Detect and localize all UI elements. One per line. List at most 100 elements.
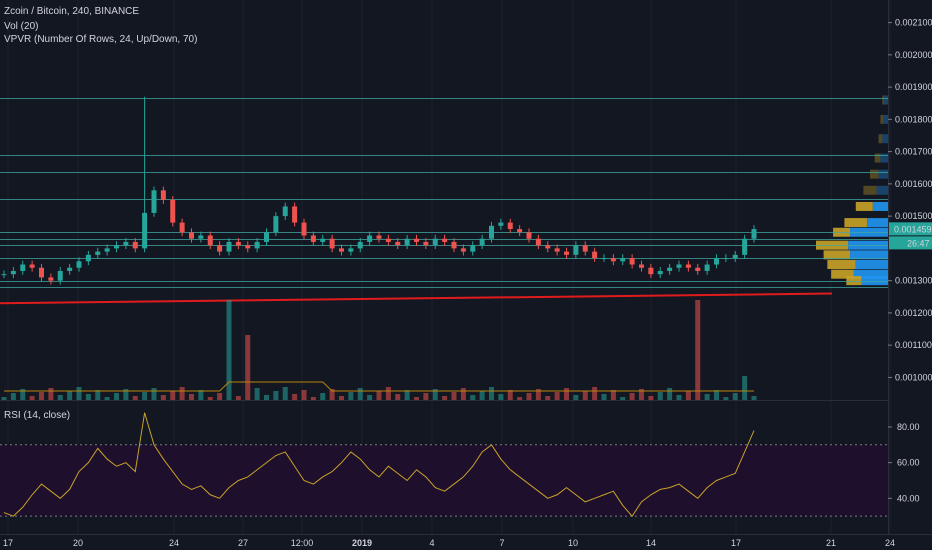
time-tick-label: 21 bbox=[826, 538, 836, 548]
time-tick-label: 17 bbox=[3, 538, 13, 548]
candle-body bbox=[723, 258, 729, 260]
candle-body bbox=[582, 245, 588, 252]
candle-body bbox=[695, 267, 701, 271]
candle-body bbox=[395, 241, 401, 246]
candle-body bbox=[376, 235, 382, 239]
candle-body bbox=[348, 248, 354, 252]
price-tick-label: 0.001200 bbox=[895, 308, 932, 318]
candle-body bbox=[404, 238, 410, 246]
volume-bar bbox=[732, 393, 738, 400]
rsi-legend[interactable]: RSI (14, close) bbox=[4, 410, 70, 421]
volume-bar bbox=[554, 392, 560, 400]
volume-bar bbox=[592, 387, 598, 400]
volume-bar bbox=[273, 391, 279, 400]
volume-bar bbox=[376, 391, 382, 400]
volume-bar bbox=[151, 388, 157, 400]
candle-body bbox=[217, 245, 223, 252]
countdown-label: 26:47 bbox=[907, 238, 930, 248]
volume-bar bbox=[695, 300, 701, 400]
volume-bar bbox=[254, 388, 260, 400]
candle-body bbox=[526, 232, 532, 239]
candle-body bbox=[198, 235, 204, 239]
volume-profile-up bbox=[861, 276, 888, 286]
volume-bar bbox=[226, 300, 232, 400]
volume-bar bbox=[114, 393, 119, 400]
candle-body bbox=[132, 241, 138, 249]
candle-body bbox=[85, 254, 91, 262]
time-tick-label: 17 bbox=[731, 538, 741, 548]
volume-bar bbox=[348, 392, 354, 400]
price-tick-label: 0.001500 bbox=[895, 211, 932, 221]
volume-bar bbox=[751, 396, 757, 400]
candle-body bbox=[310, 235, 316, 242]
volume-bar bbox=[57, 395, 63, 400]
candle-body bbox=[67, 267, 73, 271]
volume-bar bbox=[470, 395, 476, 400]
candle-body bbox=[76, 261, 82, 268]
volume-bar bbox=[48, 388, 54, 400]
time-tick-label: 27 bbox=[238, 538, 248, 548]
volume-bar bbox=[564, 388, 569, 400]
candle-body bbox=[235, 241, 241, 246]
candle-body bbox=[273, 216, 279, 233]
volume-bar bbox=[676, 395, 682, 400]
candle-body bbox=[704, 264, 710, 271]
candle-body bbox=[742, 238, 748, 255]
candle-body bbox=[10, 270, 16, 275]
candle-body bbox=[667, 267, 673, 271]
volume-bar bbox=[357, 388, 363, 400]
candle-body bbox=[592, 251, 598, 259]
volume-bar bbox=[667, 388, 673, 400]
price-tick-label: 0.002000 bbox=[895, 50, 932, 60]
volume-bar bbox=[142, 392, 148, 400]
candle-body bbox=[601, 258, 607, 260]
price-tick-label: 0.001900 bbox=[895, 82, 932, 92]
time-tick-label: 2019 bbox=[352, 538, 372, 548]
rsi-band bbox=[0, 444, 888, 517]
time-tick-label: 20 bbox=[73, 538, 83, 548]
candle-body bbox=[517, 229, 523, 233]
candle-body bbox=[535, 238, 541, 246]
candle-body bbox=[507, 222, 513, 230]
trading-chart[interactable]: 0.002100 0.002000 0.001900 0.001800 0.001700… bbox=[0, 0, 932, 550]
volume-bar bbox=[451, 392, 457, 400]
candle-body bbox=[264, 232, 269, 242]
candle-body bbox=[460, 248, 466, 252]
candle-body bbox=[48, 277, 54, 281]
rsi-tick-label: 60.00 bbox=[897, 458, 920, 468]
volume-profile-down bbox=[863, 185, 877, 195]
volume-bar bbox=[104, 397, 110, 400]
volume-legend[interactable]: Vol (20) bbox=[4, 21, 38, 32]
volume-profile-down bbox=[827, 260, 856, 270]
candle-body bbox=[151, 190, 157, 213]
candle-body bbox=[573, 245, 579, 255]
rsi-tick-label: 40.00 bbox=[897, 493, 920, 503]
symbol-title[interactable]: Zcoin / Bitcoin, 240, BINANCE bbox=[4, 6, 139, 17]
candle-body bbox=[432, 238, 438, 246]
candle-body bbox=[442, 238, 448, 242]
price-tick-label: 0.001000 bbox=[895, 372, 932, 382]
last-price-label: 0.001459 bbox=[894, 224, 932, 234]
volume-profile-up bbox=[867, 218, 888, 228]
candle-body bbox=[685, 264, 691, 268]
volume-bar bbox=[629, 393, 635, 400]
candle-body bbox=[329, 238, 335, 249]
volume-bar bbox=[582, 391, 588, 400]
candle-body bbox=[179, 222, 185, 233]
candle-body bbox=[676, 264, 682, 268]
time-tick-label: 4 bbox=[429, 538, 434, 548]
volume-bar bbox=[1, 397, 7, 400]
volume-bar bbox=[132, 396, 138, 400]
volume-profile-down bbox=[870, 169, 879, 179]
volume-profile-up bbox=[878, 169, 888, 179]
vpvr-legend[interactable]: VPVR (Number Of Rows, 24, Up/Down, 70) bbox=[4, 34, 197, 45]
candle-body bbox=[657, 270, 663, 275]
candle-body bbox=[245, 245, 251, 249]
volume-profile-down bbox=[880, 114, 884, 124]
candle-body bbox=[226, 241, 232, 252]
volume-profile-up bbox=[883, 114, 888, 124]
volume-profile-down bbox=[844, 218, 868, 228]
candle-body bbox=[357, 241, 363, 249]
volume-profile-up bbox=[882, 134, 888, 144]
volume-bar bbox=[170, 391, 176, 400]
